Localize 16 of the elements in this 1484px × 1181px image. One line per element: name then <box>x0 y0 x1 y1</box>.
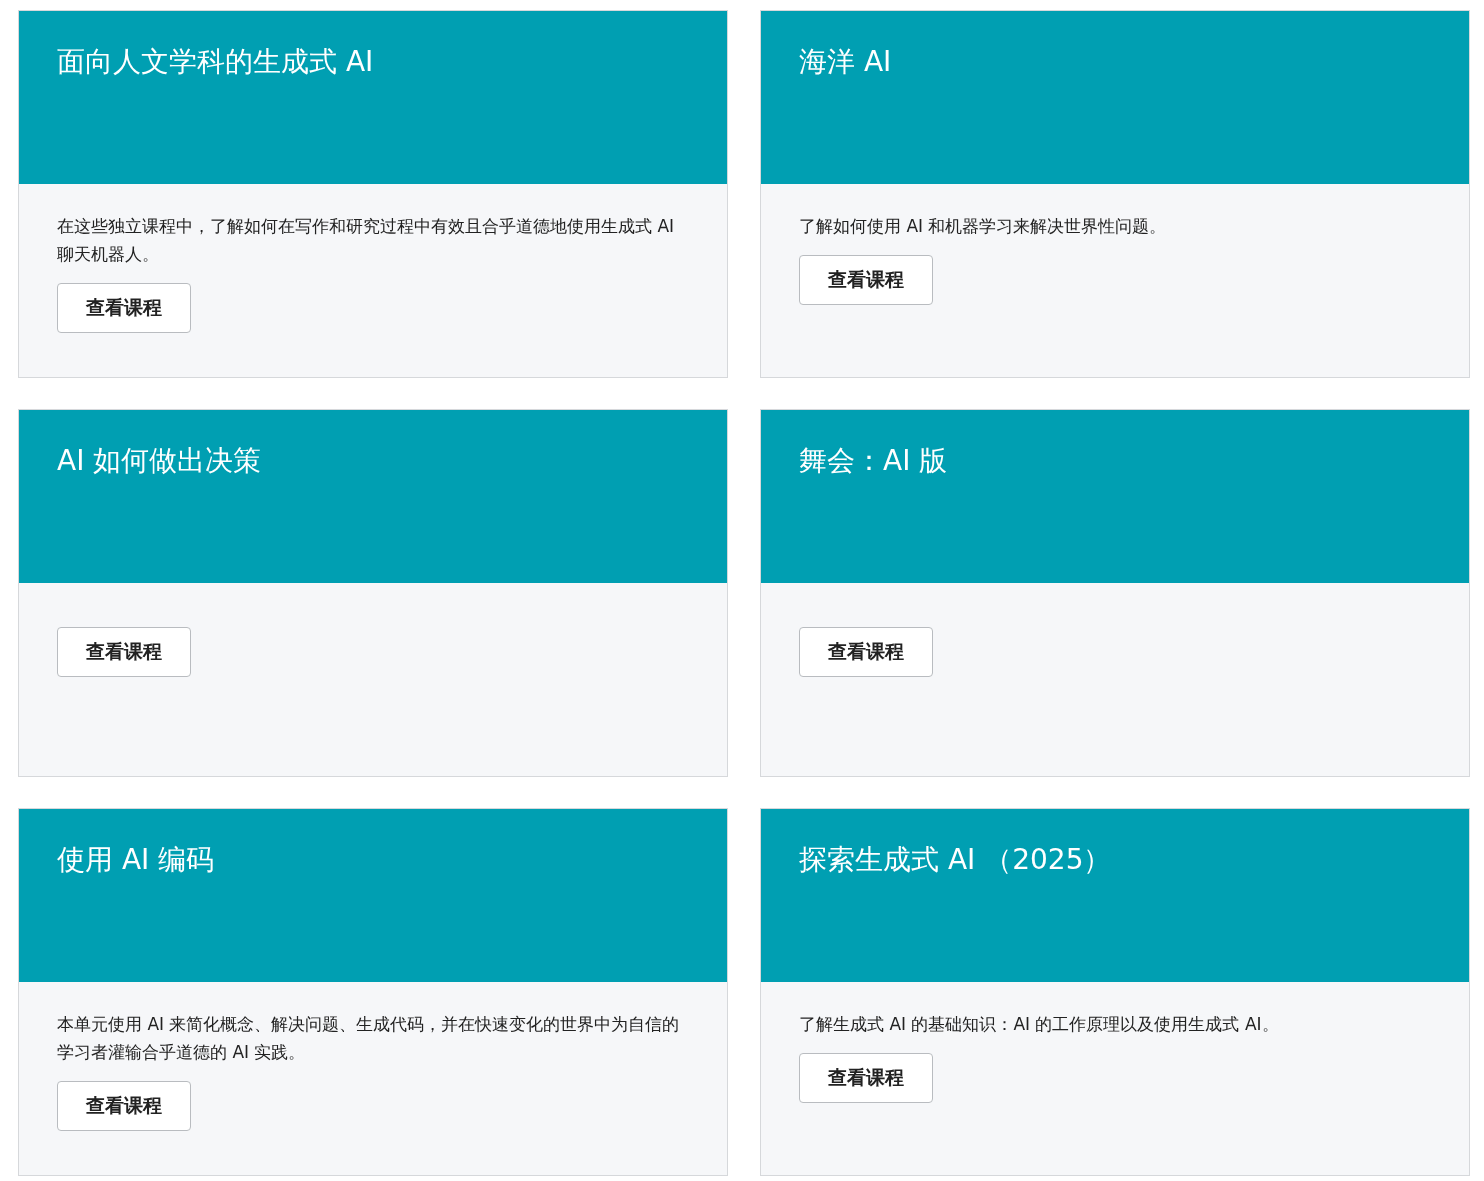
course-title: 探索生成式 AI （2025） <box>799 842 1113 878</box>
course-title: 舞会：AI 版 <box>799 443 949 479</box>
view-course-button[interactable]: 查看课程 <box>57 1081 191 1131</box>
view-course-button[interactable]: 查看课程 <box>57 627 191 677</box>
view-course-button[interactable]: 查看课程 <box>57 283 191 333</box>
course-description: 了解如何使用 AI 和机器学习来解决世界性问题。 <box>799 215 1168 238</box>
course-description: 本单元使用 AI 来简化概念、解决问题、生成代码，并在快速变化的世界中为自信的学习者灌输合乎道德的 AI 实践。 <box>57 1013 681 1064</box>
course-title: 面向人文学科的生成式 AI <box>57 44 375 80</box>
course-title: 海洋 AI <box>799 44 893 80</box>
view-course-button[interactable]: 查看课程 <box>799 627 933 677</box>
course-title: 使用 AI 编码 <box>57 842 216 878</box>
view-course-button[interactable]: 查看课程 <box>799 1053 933 1103</box>
course-description: 在这些独立课程中，了解如何在写作和研究过程中有效且合乎道德地使用生成式 AI 聊天机器人。 <box>57 215 676 266</box>
course-title: AI 如何做出决策 <box>57 443 263 479</box>
course-description: 了解生成式 AI 的基础知识：AI 的工作原理以及使用生成式 AI。 <box>799 1013 1280 1036</box>
view-course-button[interactable]: 查看课程 <box>799 255 933 305</box>
